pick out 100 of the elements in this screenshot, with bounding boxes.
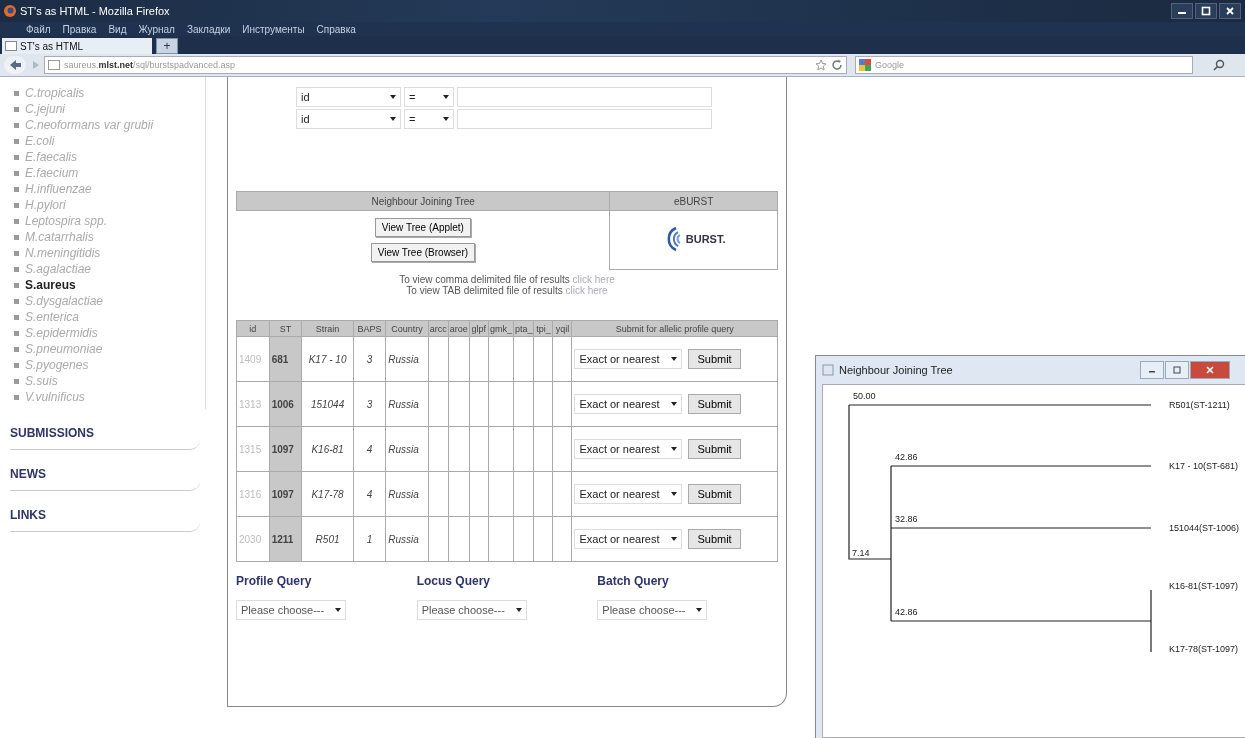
caret-icon [443, 117, 449, 121]
branch-length-label: 42.86 [895, 607, 918, 617]
section-link[interactable]: SUBMISSIONS [10, 426, 94, 440]
field-select[interactable]: id [296, 87, 401, 107]
st-cell: 1211 [269, 516, 302, 562]
value-input[interactable] [457, 109, 712, 129]
bullet-icon [14, 298, 19, 304]
match-select[interactable]: Exact or nearest [574, 439, 683, 459]
section-link[interactable]: LINKS [10, 508, 46, 522]
view-tree-button[interactable]: View Tree (Applet) [374, 218, 471, 237]
menu-item[interactable]: Файл [26, 23, 51, 35]
menu-item[interactable]: Правка [62, 23, 97, 35]
caret-icon [671, 537, 678, 541]
firefox-icon [4, 5, 16, 17]
bullet-icon [14, 154, 19, 160]
column-header: pta_ [513, 320, 534, 337]
operator-select[interactable]: = [404, 109, 454, 129]
caret-icon [515, 608, 522, 612]
menu-item[interactable]: Инструменты [242, 23, 305, 35]
caret-icon [671, 447, 678, 451]
bullet-icon [14, 282, 19, 288]
eburst-logo[interactable]: BURST. [661, 226, 726, 252]
st-cell: 1006 [269, 381, 302, 427]
window-title: Neighbour Joining Tree [839, 364, 954, 376]
bullet-icon [14, 378, 19, 384]
id-cell: 1316 [236, 471, 270, 517]
browser-tab[interactable]: ST's as HTML [2, 38, 152, 54]
forward-icon[interactable] [30, 60, 40, 70]
reload-icon[interactable] [831, 59, 843, 71]
search-icon[interactable] [1213, 59, 1225, 71]
menu-item[interactable]: Вид [108, 23, 127, 35]
caret-icon [335, 608, 341, 612]
section-link[interactable]: NEWS [10, 467, 46, 481]
window-title: ST's as HTML - Mozilla Firefox [20, 5, 171, 17]
leaf-label: K17 - 10(ST-681) [1169, 461, 1239, 471]
id-cell: 1409 [236, 336, 270, 382]
submit-button[interactable]: Submit [688, 394, 741, 414]
view-tree-button[interactable]: View Tree (Browser) [370, 243, 476, 262]
minimize-button[interactable] [1171, 3, 1193, 19]
strain-cell: R501 [301, 516, 354, 562]
query-select[interactable]: Please choose--- [416, 600, 527, 620]
download-text: To view TAB delimited file of results [406, 285, 564, 296]
close-button[interactable] [1219, 3, 1241, 19]
caret-icon [390, 117, 396, 121]
close-icon [1205, 365, 1215, 375]
column-header: aroe [448, 320, 470, 337]
caret-icon [671, 492, 678, 496]
value-input[interactable] [457, 87, 712, 107]
column-header: ST [269, 320, 302, 337]
submit-button[interactable]: Submit [688, 484, 741, 504]
baps-cell: 4 [353, 471, 386, 517]
maximize-button[interactable] [1195, 3, 1217, 19]
query-select[interactable]: Please choose--- [236, 600, 346, 620]
match-select[interactable]: Exact or nearest [574, 529, 683, 549]
strain-cell: K17 - 10 [301, 336, 354, 382]
menu-item[interactable]: Закладки [186, 23, 231, 35]
star-icon[interactable] [815, 59, 827, 71]
bullet-icon [14, 186, 19, 192]
query-select[interactable]: Please choose--- [597, 600, 708, 620]
bullet-icon [14, 314, 19, 320]
leaf-label: R501(ST-1211) [1169, 400, 1230, 410]
id-cell: 2030 [236, 516, 270, 562]
bullet-icon [14, 234, 19, 240]
submit-button[interactable]: Submit [688, 349, 741, 369]
submit-button[interactable]: Submit [688, 439, 741, 459]
branch-length-label: 32.86 [895, 514, 918, 524]
column-header: gmk_ [488, 320, 514, 337]
maximize-icon [1201, 6, 1211, 16]
maximize-icon [1172, 365, 1182, 375]
species-link[interactable]: S.aureus [25, 278, 76, 292]
new-tab-button[interactable]: + [156, 38, 178, 54]
address-bar[interactable]: saureus.mlst.net/sql/burstspadvanced.asp [44, 56, 847, 74]
match-select[interactable]: Exact or nearest [574, 484, 683, 504]
bullet-icon [14, 170, 19, 176]
baps-cell: 1 [353, 516, 386, 562]
country-cell: Russia [385, 381, 429, 427]
baps-cell: 4 [353, 426, 386, 472]
match-select[interactable]: Exact or nearest [574, 349, 683, 369]
submit-button[interactable]: Submit [688, 529, 741, 549]
back-button[interactable] [4, 56, 26, 74]
query-title: Batch Query [597, 574, 670, 588]
column-header: Submit for allelic profile query [571, 320, 778, 337]
country-cell: Russia [385, 471, 429, 517]
query-title: Profile Query [236, 574, 313, 588]
country-cell: Russia [385, 516, 429, 562]
bullet-icon [14, 90, 19, 96]
column-header: id [236, 320, 270, 337]
st-cell: 1097 [269, 471, 302, 517]
bullet-icon [14, 250, 19, 256]
field-select[interactable]: id [296, 109, 401, 129]
bullet-icon [14, 202, 19, 208]
menu-item[interactable]: Справка [316, 23, 356, 35]
caret-icon [696, 608, 703, 612]
caret-icon [671, 402, 678, 406]
match-select[interactable]: Exact or nearest [574, 394, 683, 414]
bullet-icon [14, 330, 19, 336]
strain-cell: K16-81 [301, 426, 354, 472]
operator-select[interactable]: = [404, 87, 454, 107]
st-cell: 681 [269, 336, 302, 382]
menu-item[interactable]: Журнал [138, 23, 175, 35]
